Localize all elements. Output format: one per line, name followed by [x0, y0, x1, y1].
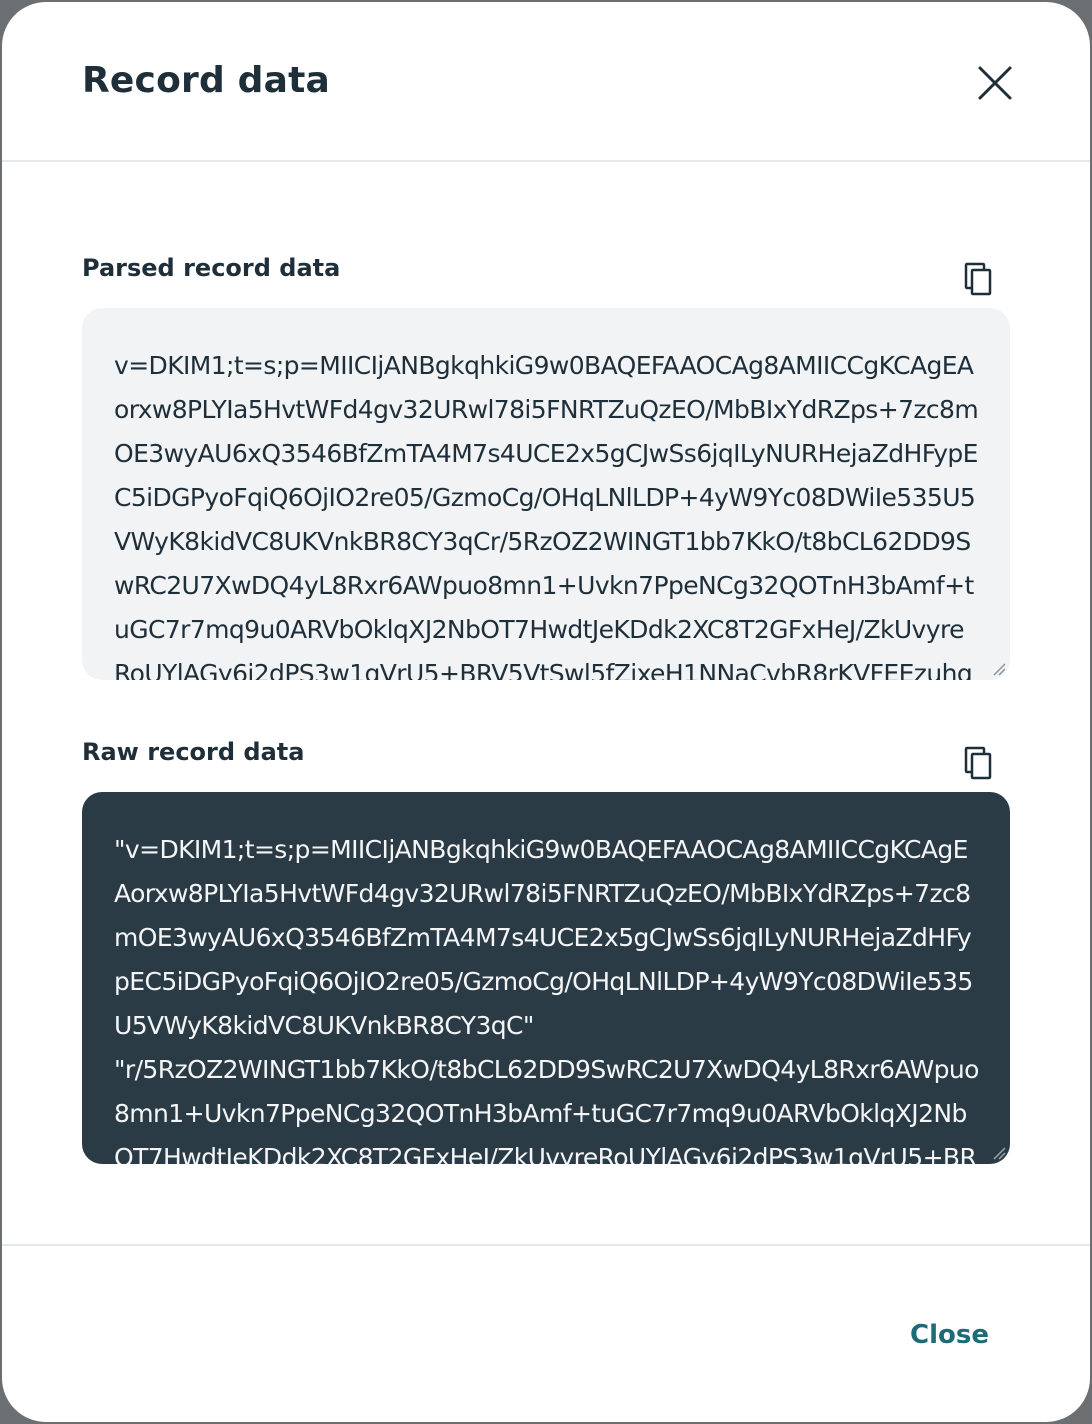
raw-record-label: Raw record data — [82, 738, 305, 766]
raw-record-textarea[interactable]: "v=DKIM1;t=s;p=MIICIjANBgkqhkiG9w0BAQEFA… — [82, 792, 1010, 1164]
copy-raw-button[interactable] — [960, 742, 996, 782]
resize-handle-icon[interactable] — [992, 1146, 1006, 1160]
parsed-record-label: Parsed record data — [82, 254, 341, 282]
copy-icon — [964, 746, 992, 780]
parsed-record-text: v=DKIM1;t=s;p=MIICIjANBgkqhkiG9w0BAQEFAA… — [114, 351, 979, 680]
close-icon[interactable] — [968, 58, 1016, 106]
record-data-dialog: Record data Parsed record data v=DKIM1;t… — [2, 2, 1090, 1422]
parsed-record-textarea[interactable]: v=DKIM1;t=s;p=MIICIjANBgkqhkiG9w0BAQEFAA… — [82, 308, 1010, 680]
dialog-footer: Close — [2, 1244, 1090, 1422]
raw-record-text: "v=DKIM1;t=s;p=MIICIjANBgkqhkiG9w0BAQEFA… — [114, 835, 979, 1164]
dialog-title: Record data — [82, 60, 331, 101]
dialog-header: Record data — [2, 2, 1090, 162]
copy-icon — [964, 262, 992, 296]
close-button[interactable]: Close — [910, 1320, 989, 1350]
resize-handle-icon[interactable] — [992, 662, 1006, 676]
copy-parsed-button[interactable] — [960, 258, 996, 298]
